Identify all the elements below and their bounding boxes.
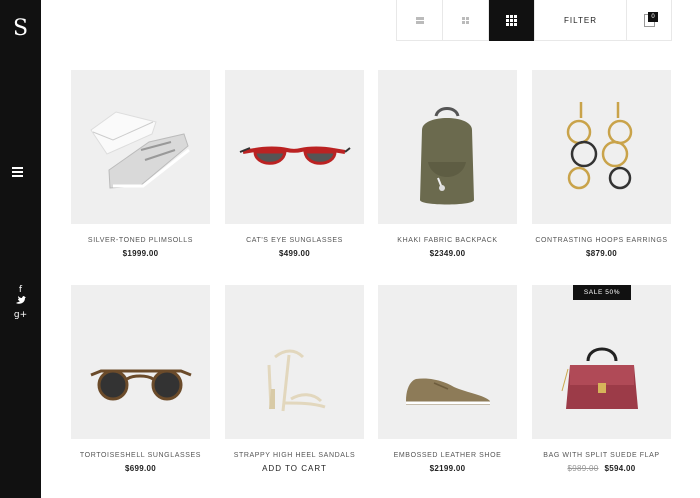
product-name[interactable]: EMBOSSED LEATHER SHOE	[378, 452, 517, 459]
product-price: $499.00	[278, 249, 311, 258]
product-price: $699.00	[124, 464, 157, 473]
product-name[interactable]: STRAPPY HIGH HEEL SANDALS	[225, 452, 364, 459]
product-price: $2349.00	[429, 249, 466, 258]
grid-3-icon	[506, 15, 517, 26]
hoops-earrings-image	[566, 102, 633, 190]
list-view-icon	[415, 17, 424, 24]
product-name[interactable]: KHAKI FABRIC BACKPACK	[378, 237, 517, 244]
old-price: $989.00	[567, 464, 599, 473]
leather-shoe-image	[406, 378, 490, 405]
high-heel-sandals-image	[267, 349, 326, 412]
twitter-icon[interactable]	[0, 296, 41, 306]
google-plus-icon[interactable]: g+	[0, 309, 41, 321]
product-image[interactable]: SALE 50%	[532, 285, 671, 439]
product-card: CONTRASTING HOOPS EARRINGS $879.00	[532, 70, 671, 258]
product-price: $2199.00	[429, 464, 466, 473]
product-price: $989.00 $594.00	[532, 464, 671, 473]
product-card: SILVER-TONED PLIMSOLLS $1999.00	[71, 70, 210, 258]
product-card: KHAKI FABRIC BACKPACK $2349.00	[378, 70, 517, 258]
facebook-icon[interactable]: f	[0, 284, 41, 296]
tortoiseshell-sunglasses-image	[90, 369, 192, 401]
product-name[interactable]: SILVER-TONED PLIMSOLLS	[71, 237, 210, 244]
cart-count-badge: 0	[648, 12, 658, 22]
product-price: $879.00	[585, 249, 618, 258]
product-name[interactable]: TORTOISESHELL SUNGLASSES	[71, 452, 210, 459]
sale-badge: SALE 50%	[573, 285, 631, 300]
backpack-image	[420, 107, 474, 205]
brand-logo[interactable]: S	[0, 14, 41, 44]
grid-2-icon	[461, 16, 470, 25]
sale-price: $594.00	[604, 464, 636, 473]
product-card: EMBOSSED LEATHER SHOE $2199.00	[378, 285, 517, 473]
product-card: CAT'S EYE SUNGLASSES $499.00	[225, 70, 364, 258]
product-name[interactable]: BAG WITH SPLIT SUEDE FLAP	[532, 452, 671, 459]
product-name[interactable]: CAT'S EYE SUNGLASSES	[225, 237, 364, 244]
filter-button[interactable]: FILTER	[534, 0, 626, 41]
sidebar: S f g+	[0, 0, 41, 498]
product-image[interactable]	[532, 70, 671, 224]
product-image[interactable]	[378, 285, 517, 439]
product-image[interactable]	[225, 285, 364, 439]
list-view-button[interactable]	[396, 0, 442, 41]
add-to-cart-button[interactable]: ADD TO CART	[225, 464, 364, 473]
product-card: TORTOISESHELL SUNGLASSES $699.00	[71, 285, 210, 473]
grid-2-view-button[interactable]	[442, 0, 488, 41]
plimsolls-image	[90, 111, 190, 189]
split-flap-bag-image	[561, 347, 638, 409]
product-card: STRAPPY HIGH HEEL SANDALS ADD TO CART	[225, 285, 364, 473]
product-name[interactable]: CONTRASTING HOOPS EARRINGS	[532, 237, 671, 244]
product-image[interactable]	[225, 70, 364, 224]
cats-eye-sunglasses-image	[239, 146, 351, 165]
cart-button[interactable]: 0	[626, 0, 672, 41]
product-image[interactable]	[71, 70, 210, 224]
hamburger-menu-icon[interactable]	[12, 165, 29, 179]
product-image[interactable]	[71, 285, 210, 439]
product-price: $1999.00	[122, 249, 159, 258]
product-image[interactable]	[378, 70, 517, 224]
grid-3-view-button[interactable]	[488, 0, 534, 41]
view-toolbar: FILTER 0	[396, 0, 672, 41]
product-card: SALE 50% BAG WITH SPLIT SUEDE FLAP $989.…	[532, 285, 671, 473]
